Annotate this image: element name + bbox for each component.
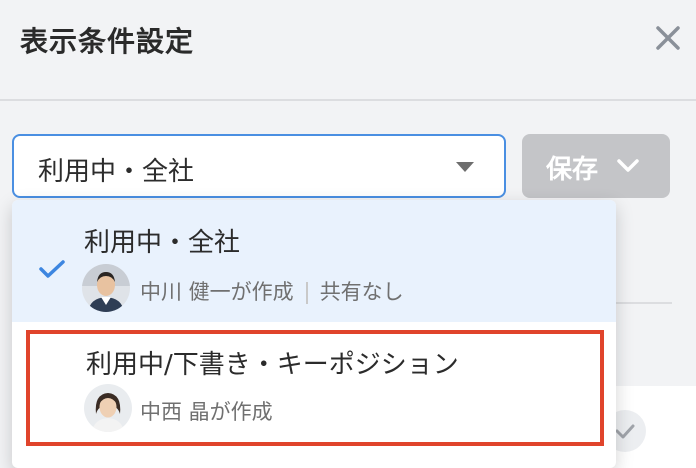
dialog-header: 表示条件設定 [0, 0, 696, 101]
option-label: 利用中・全社 [84, 228, 241, 258]
check-icon [39, 260, 65, 278]
close-icon [656, 26, 680, 50]
option-meta: 中川 健一が作成 共有なし [140, 276, 404, 306]
caret-down-icon [456, 162, 474, 172]
condition-select[interactable]: 利用中・全社 [12, 134, 506, 198]
creator-text: 中川 健一が作成 [140, 280, 294, 304]
save-label: 保存 [546, 155, 599, 185]
save-button[interactable]: 保存 [522, 134, 670, 198]
sharing-text: 共有なし [319, 280, 404, 304]
select-value: 利用中・全社 [38, 157, 195, 187]
dialog-title: 表示条件設定 [20, 25, 195, 58]
option-label: 利用中/下書き・キーポジション [86, 350, 459, 380]
creator-text: 中西 晶が作成 [140, 400, 273, 424]
dropdown-option-highlighted[interactable]: 利用中/下書き・キーポジション 中西 晶が作成 [26, 330, 604, 446]
condition-dropdown-menu: 利用中・全社 中川 健一が作成 共有なし 利用中/下書き・キーポジション 中西 … [12, 200, 616, 468]
chevron-down-icon [617, 159, 639, 172]
display-settings-dialog: 表示条件設定 利用中・全社 保存 利用中・全社 中川 健一が作成 共有なし 利用… [0, 0, 696, 468]
option-meta: 中西 晶が作成 [140, 396, 273, 426]
avatar [84, 384, 132, 432]
avatar [82, 264, 130, 312]
dropdown-option-selected[interactable]: 利用中・全社 中川 健一が作成 共有なし [12, 200, 616, 322]
meta-separator [305, 282, 308, 304]
close-button[interactable] [652, 22, 684, 54]
